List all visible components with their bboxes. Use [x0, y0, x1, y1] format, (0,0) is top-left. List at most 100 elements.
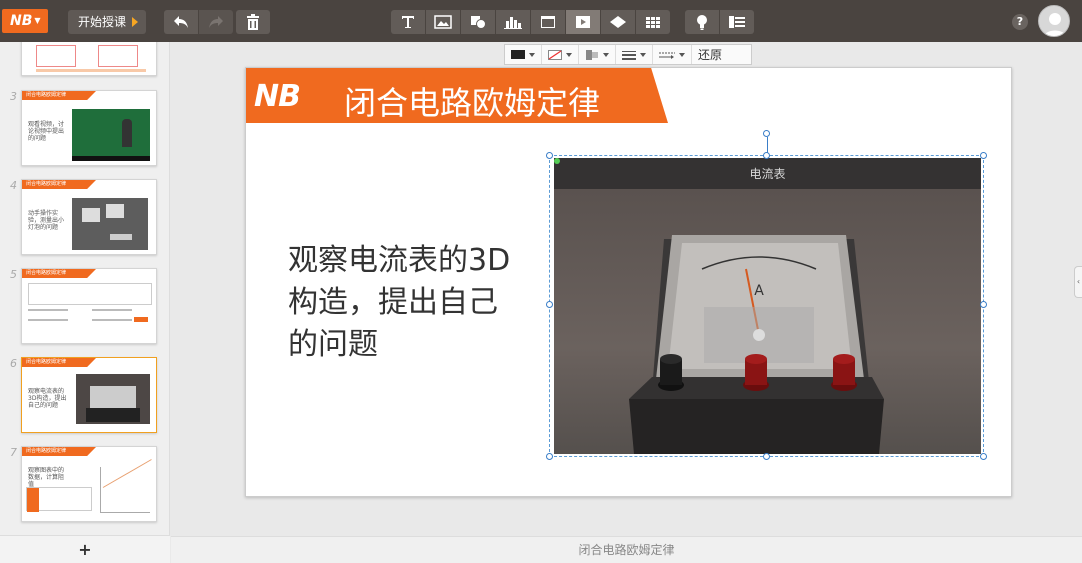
play-icon — [132, 17, 138, 27]
thumb-simulation — [72, 198, 148, 250]
restore-button[interactable]: 还原 — [692, 45, 728, 64]
thumb-chart-line — [102, 459, 152, 488]
shape-icon — [471, 16, 486, 29]
insert-chart-button[interactable] — [496, 10, 530, 34]
media-icon — [576, 16, 590, 28]
resize-handle-nw[interactable] — [546, 152, 553, 159]
slide-number: 5 — [10, 268, 17, 281]
slide-thumbnail[interactable]: 闭合电路欧姆定律 观看视频，讨论视频中提出的问题 — [21, 90, 157, 166]
chevron-down-icon: ▼ — [34, 16, 41, 25]
slide-thumbnail[interactable]: 闭合电路欧姆定律 观察图表中的数据，计算阻值 — [21, 446, 157, 522]
thumb-title: 闭合电路欧姆定律 — [26, 359, 67, 365]
thumb-title: 闭合电路欧姆定律 — [26, 92, 67, 98]
thumb-title-band: 闭合电路欧姆定律 — [22, 447, 96, 456]
thumb-title: 闭合电路欧姆定律 — [26, 181, 67, 187]
image-icon — [434, 15, 452, 29]
insert-media-button[interactable] — [566, 10, 600, 34]
thumb-meter — [82, 208, 100, 222]
thumb-video-controls — [72, 156, 150, 161]
slide-thumbnail-panel: 3 闭合电路欧姆定律 观看视频，讨论视频中提出的问题 4 闭合电路欧姆定律 动手… — [0, 42, 170, 563]
trash-icon — [247, 14, 259, 30]
text-icon — [402, 16, 414, 28]
resize-handle-ne[interactable] — [980, 152, 987, 159]
slide-body-text[interactable]: 观察电流表的3D构造，提出自己的问题 — [288, 240, 518, 366]
thumb-option — [28, 319, 68, 321]
collapse-panel-tab[interactable]: ‹ — [1074, 266, 1082, 298]
notes-slide-title: 闭合电路欧姆定律 — [578, 543, 675, 557]
thumb-diagram — [98, 45, 138, 67]
insert-3d-button[interactable] — [601, 10, 635, 34]
idea-button[interactable] — [685, 10, 719, 34]
redo-button[interactable] — [199, 10, 233, 34]
resize-handle-se[interactable] — [980, 453, 987, 460]
thumb-table-header — [27, 488, 39, 512]
line-weight-dropdown[interactable] — [616, 45, 653, 64]
thumb-caption — [36, 69, 146, 72]
resize-handle-n[interactable] — [763, 152, 770, 159]
chevron-down-icon — [679, 52, 685, 57]
start-teaching-button[interactable]: 开始授课 — [68, 10, 146, 34]
thumb-title-band: 闭合电路欧姆定律 — [22, 180, 96, 189]
border-color-dropdown[interactable] — [542, 45, 579, 64]
chevron-down-icon — [640, 52, 646, 57]
thumb-title: 闭合电路欧姆定律 — [26, 448, 67, 454]
resize-handle-s[interactable] — [763, 453, 770, 460]
logo-text: NB — [10, 13, 33, 29]
slide-thumbnail-selected[interactable]: 闭合电路欧姆定律 观察电流表的3D构造，提出自己的问题 — [21, 357, 157, 433]
insert-shape-button[interactable] — [461, 10, 495, 34]
fill-color-icon — [511, 50, 525, 59]
delete-button[interactable] — [236, 10, 270, 34]
thumb-text: 观察电流表的3D构造，提出自己的问题 — [28, 388, 67, 409]
insert-text-button[interactable] — [391, 10, 425, 34]
undo-button[interactable] — [164, 10, 198, 34]
opacity-icon — [586, 49, 598, 60]
resize-handle-sw[interactable] — [546, 453, 553, 460]
selection-frame — [549, 155, 984, 457]
opacity-dropdown[interactable] — [579, 45, 616, 64]
thumb-option — [92, 319, 132, 321]
thumb-option — [92, 309, 132, 311]
insert-window-button[interactable] — [531, 10, 565, 34]
slide-thumbnail[interactable]: 闭合电路欧姆定律 — [21, 268, 157, 344]
insert-table-button[interactable] — [636, 10, 670, 34]
resize-handle-e[interactable] — [980, 301, 987, 308]
slide-logo: NB — [254, 79, 301, 114]
format-toolbar: 还原 — [504, 44, 752, 65]
slide-thumbnail[interactable] — [21, 42, 157, 76]
undo-icon — [174, 16, 188, 28]
title-band: NB 闭合电路欧姆定律 — [246, 68, 668, 123]
thumb-text: 观察图表中的数据，计算阻值 — [28, 467, 65, 488]
thumb-meter — [106, 204, 124, 218]
fill-color-dropdown[interactable] — [505, 45, 542, 64]
slide-canvas[interactable]: NB 闭合电路欧姆定律 观察电流表的3D构造，提出自己的问题 电流表 A — [245, 67, 1012, 497]
thumb-text: 观看视频，讨论视频中提出的问题 — [28, 121, 65, 142]
thumb-option — [28, 309, 68, 311]
rotate-handle[interactable] — [763, 130, 770, 137]
thumbnail-list: 3 闭合电路欧姆定律 观看视频，讨论视频中提出的问题 4 闭合电路欧姆定律 动手… — [0, 42, 170, 535]
app-logo[interactable]: NB ▼ — [2, 9, 48, 33]
top-toolbar: NB ▼ 开始授课 ? — [0, 0, 1082, 42]
slide-title[interactable]: 闭合电路欧姆定律 — [344, 78, 600, 123]
line-style-icon — [659, 52, 675, 59]
list-icon — [729, 16, 745, 28]
thumb-text: 动手操作实验，测量出小灯泡的问题 — [28, 210, 65, 231]
add-slide-button[interactable]: + — [0, 535, 170, 563]
insert-image-button[interactable] — [426, 10, 460, 34]
thumb-title-band: 闭合电路欧姆定律 — [22, 358, 96, 367]
thumb-title-band: 闭合电路欧姆定律 — [22, 91, 96, 100]
slide-number: 4 — [10, 179, 17, 192]
notes-bar[interactable]: 闭合电路欧姆定律 — [171, 536, 1082, 563]
slide-thumbnail[interactable]: 闭合电路欧姆定律 动手操作实验，测量出小灯泡的问题 — [21, 179, 157, 255]
notes-button[interactable] — [720, 10, 754, 34]
table-icon — [646, 17, 660, 28]
line-weight-icon — [622, 50, 636, 60]
avatar[interactable] — [1038, 5, 1070, 37]
resize-handle-w[interactable] — [546, 301, 553, 308]
thumb-person — [122, 119, 132, 147]
redo-icon — [209, 16, 223, 28]
line-style-dropdown[interactable] — [653, 45, 692, 64]
help-button[interactable]: ? — [1012, 14, 1028, 30]
no-border-icon — [548, 49, 562, 60]
slide-number: 3 — [10, 90, 17, 103]
thumb-battery — [110, 234, 132, 240]
